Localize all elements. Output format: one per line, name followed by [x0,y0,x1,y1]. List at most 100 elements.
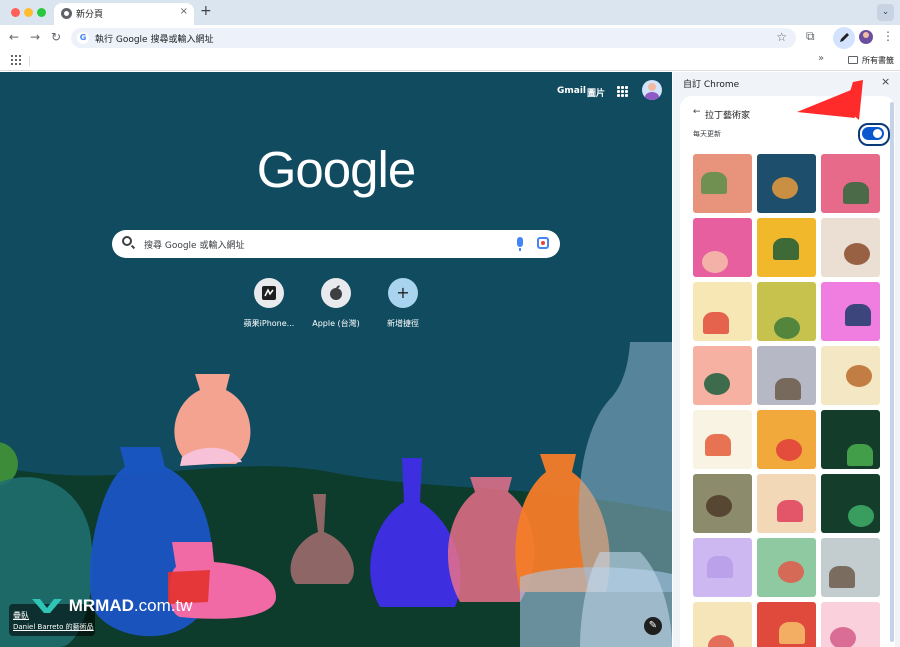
close-tab-icon[interactable]: × [180,6,188,17]
tile-woman-hat[interactable] [821,218,880,277]
search-icon [122,236,132,246]
close-window-button[interactable] [11,8,20,17]
mrmad-logo-icon [32,599,62,613]
shortcut-icon [254,278,284,308]
tile-landscape-pink[interactable] [693,154,752,213]
annotation-arrow [797,80,863,120]
profile-avatar[interactable] [859,30,873,44]
apps-shortcut-icon[interactable] [11,55,21,65]
tile-accent [830,627,856,647]
back-button[interactable]: ← [9,30,19,44]
extensions-icon[interactable]: ⧉ [806,29,815,44]
minimize-window-button[interactable] [24,8,33,17]
tile-accent [779,622,805,644]
tab-new-tab[interactable]: 新分頁 × [54,3,194,25]
bookmarks-bar: » 所有書籤 [0,51,900,71]
microphone-icon[interactable] [517,237,523,251]
tile-accent [778,561,804,583]
tile-tropical[interactable] [821,474,880,533]
tile-green-yellow[interactable] [757,282,816,341]
back-arrow-icon[interactable]: ← [693,107,701,117]
tile-lavender[interactable] [693,538,752,597]
search-placeholder: 搜尋 Google 或輸入網址 [144,241,245,251]
google-icon: G [77,32,89,44]
google-logo: Google [256,141,416,198]
shortcut-apple[interactable]: Apple (台灣) [301,278,371,329]
customize-chrome-panel: 自訂 Chrome × ← 拉丁藝術家 每天更新 [673,72,900,647]
tile-yellow-abstract[interactable] [757,218,816,277]
tile-canyon[interactable] [693,474,752,533]
tile-teal-figures[interactable] [757,154,816,213]
tile-salmon-figure[interactable] [693,346,752,405]
tile-food-pattern[interactable] [693,282,752,341]
tile-accent [702,251,728,273]
shortcut-add[interactable]: + 新增捷徑 [368,278,438,329]
tile-accent [776,439,802,461]
close-panel-icon[interactable]: × [881,75,890,88]
tab-title: 新分頁 [76,10,104,20]
search-box[interactable]: 搜尋 Google 或輸入網址 [112,230,560,258]
chrome-menu-icon[interactable]: ⋮ [882,29,894,43]
tile-mint-dancer[interactable] [757,538,816,597]
google-apps-icon[interactable] [617,86,628,97]
tile-accent [703,312,729,334]
tile-accent [774,317,800,339]
tile-accent [704,373,730,395]
chrome-icon [61,8,72,19]
panel-title: 自訂 Chrome [683,80,740,90]
tile-pink-portrait[interactable] [821,282,880,341]
panel-scrollbar[interactable] [890,102,894,642]
tile-grey-elephant[interactable] [757,346,816,405]
tile-orange-jar[interactable] [757,410,816,469]
reload-button[interactable]: ↻ [51,30,61,44]
tile-pink-mountain[interactable] [821,154,880,213]
images-link[interactable]: 圖片 [587,86,605,99]
mrmad-watermark: MRMAD.com.tw [30,596,192,616]
customize-chrome-button[interactable] [833,27,855,49]
edit-background-button[interactable]: ✎ [644,617,662,635]
tab-search-button[interactable]: ⌄ [877,4,894,21]
gmail-link[interactable]: Gmail [557,86,586,96]
more-bookmarks-icon[interactable]: » [818,53,824,64]
tile-accent [772,177,798,199]
tile-pink-bottom[interactable] [821,602,880,647]
artwork-title[interactable]: 疊臥 [13,610,29,621]
bookmark-star-icon[interactable]: ☆ [776,30,787,44]
theme-collection-card: ← 拉丁藝術家 每天更新 [680,96,895,647]
shortcut-label: 新增捷徑 [387,319,419,328]
tile-cream-flowers[interactable] [757,474,816,533]
maximize-window-button[interactable] [37,8,46,17]
tile-accent [844,243,870,265]
new-tab-button[interactable]: + [200,3,212,19]
tile-accent [708,635,734,647]
shortcut-icon [321,278,351,308]
tile-accent [773,238,799,260]
daily-refresh-toggle[interactable] [858,123,890,146]
watermark-domain: .com.tw [133,596,193,615]
address-bar[interactable]: G 執行 Google 搜尋或輸入網址 ☆ [71,28,796,48]
forward-button[interactable]: → [30,30,40,44]
tile-accent [705,434,731,456]
tile-pink-hands[interactable] [693,218,752,277]
ntp-account-avatar[interactable] [642,80,662,100]
tile-accent [843,182,869,204]
google-lens-icon[interactable] [537,237,549,249]
tile-accent [848,505,874,527]
tile-dark-green[interactable] [821,410,880,469]
toolbar: ← → ↻ G 執行 Google 搜尋或輸入網址 ☆ ⧉ ⋮ [0,25,900,51]
watermark-brand: MRMAD [68,596,134,615]
tile-cream-bottom[interactable] [693,602,752,647]
plus-glyph: + [396,283,410,302]
tile-fruits[interactable] [693,410,752,469]
artwork-author[interactable]: Daniel Barreto 的藝術品 [13,622,94,632]
shortcut-label: 蘋果iPhone... [243,319,295,328]
tile-accent [829,566,855,588]
tab-strip: 新分頁 × + ⌄ [0,0,900,25]
tile-red-bottom[interactable] [757,602,816,647]
tile-cookies[interactable] [821,346,880,405]
collection-title: 拉丁藝術家 [705,111,751,121]
tile-grey-figure[interactable] [821,538,880,597]
all-bookmarks-link[interactable]: 所有書籤 [862,55,894,66]
shortcut-mrmad[interactable]: 蘋果iPhone... [234,278,304,329]
mrmad-icon [262,286,276,300]
